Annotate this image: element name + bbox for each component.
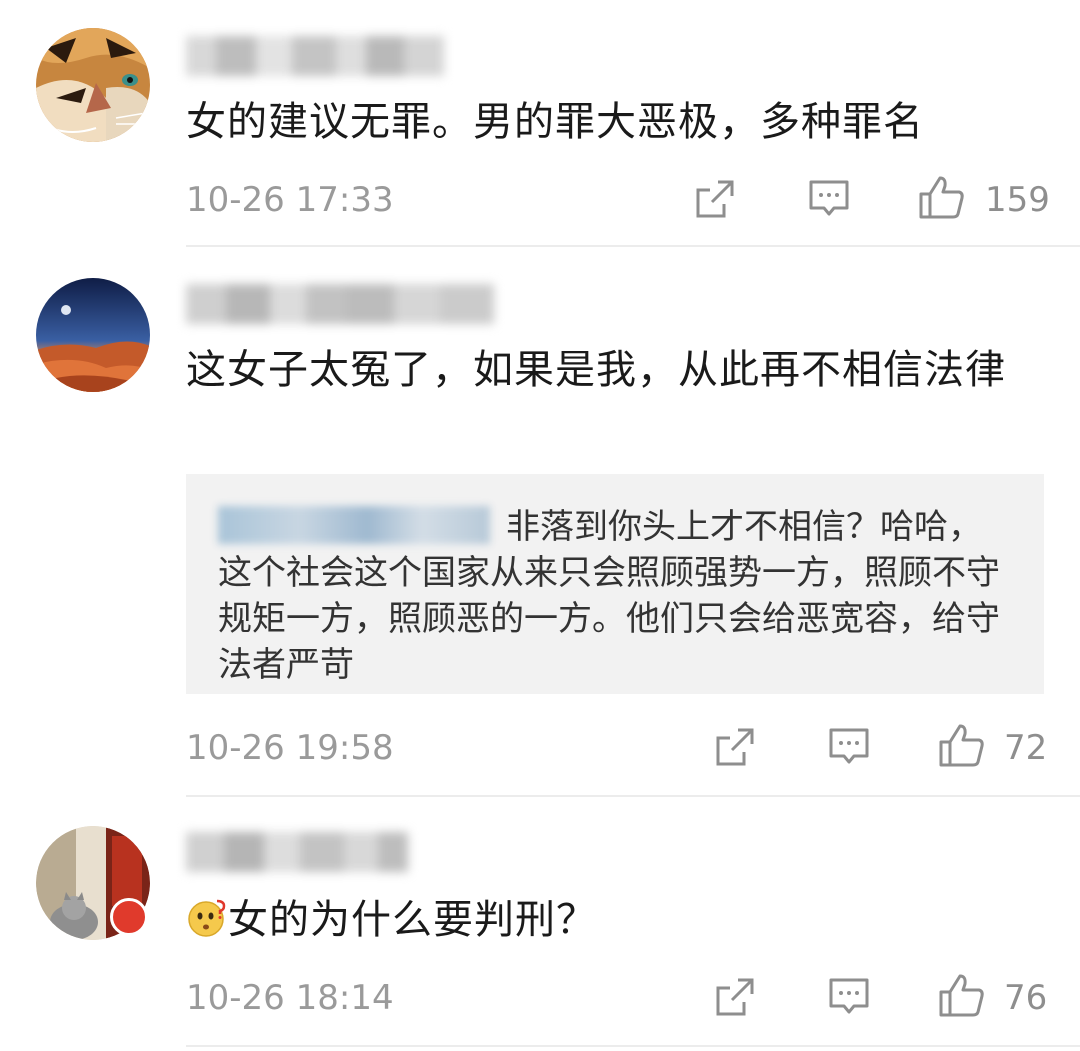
avatar[interactable] <box>36 826 213 998</box>
reply-username-redacted[interactable] <box>218 506 490 544</box>
share-icon[interactable] <box>714 976 756 1018</box>
username-redacted[interactable] <box>186 284 494 324</box>
comment-text: 这女子太冤了，如果是我，从此再不相信法律 <box>186 347 1006 393</box>
confused-face-emoji <box>186 897 228 939</box>
divider <box>186 795 1080 797</box>
comment-text: 女的为什么要判刑？ <box>186 894 1044 946</box>
divider <box>186 245 1080 247</box>
comment-text-body: 女的为什么要判刑？ <box>228 897 597 943</box>
comment-time: 10-26 17:33 <box>186 180 394 220</box>
reply-content: 非落到你头上才不相信？哈哈，这个社会这个国家从来只会照顾强势一方，照顾不守规矩一… <box>218 504 1004 688</box>
thumbs-up-icon[interactable] <box>918 174 966 220</box>
thumbs-up-icon[interactable] <box>938 972 986 1018</box>
comment-icon[interactable] <box>808 178 850 220</box>
comment-item: 这女子太冤了，如果是我，从此再不相信法律 非落到你头上才不相信？哈哈，这个社会这… <box>0 248 1080 798</box>
comment-item: 女的为什么要判刑？ 10-26 18:14 76 <box>0 798 1080 1051</box>
reply-quote[interactable]: 非落到你头上才不相信？哈哈，这个社会这个国家从来只会照顾强势一方，照顾不守规矩一… <box>186 474 1044 694</box>
comment-text: 女的建议无罪。男的罪大恶极，多种罪名 <box>186 99 924 145</box>
username-redacted[interactable] <box>186 832 408 872</box>
verified-badge <box>110 898 213 998</box>
avatar[interactable] <box>36 28 150 142</box>
like-count: 72 <box>1004 728 1048 768</box>
avatar[interactable] <box>36 278 150 392</box>
comment-feed: 女的建议无罪。男的罪大恶极，多种罪名 10-26 17:33 159 这女子太冤… <box>0 0 1080 1051</box>
comment-icon[interactable] <box>828 726 870 768</box>
share-icon[interactable] <box>714 726 756 768</box>
divider <box>186 1045 1080 1047</box>
share-icon[interactable] <box>694 178 736 220</box>
like-count: 159 <box>985 180 1050 220</box>
comment-icon[interactable] <box>828 976 870 1018</box>
comment-item: 女的建议无罪。男的罪大恶极，多种罪名 10-26 17:33 159 <box>0 0 1080 248</box>
comment-time: 10-26 18:14 <box>186 978 394 1018</box>
comment-time: 10-26 19:58 <box>186 728 394 768</box>
like-count: 76 <box>1004 978 1048 1018</box>
thumbs-up-icon[interactable] <box>938 722 986 768</box>
username-redacted[interactable] <box>186 36 444 76</box>
